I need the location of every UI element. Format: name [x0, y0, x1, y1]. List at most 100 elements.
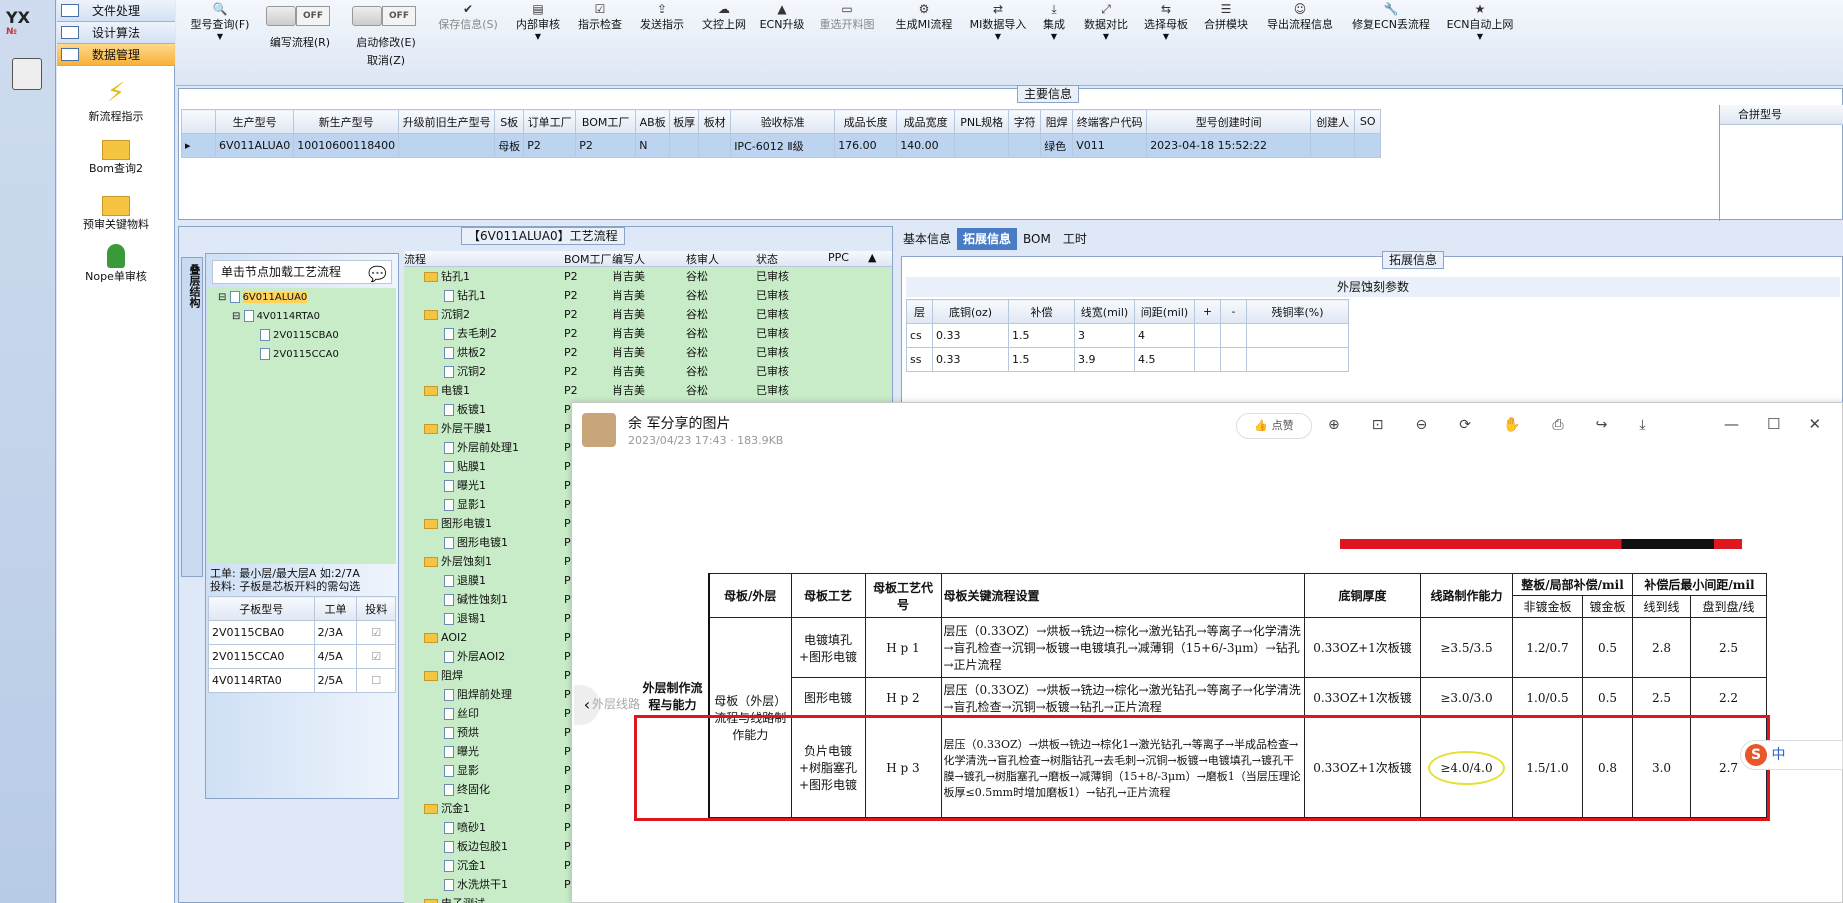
compare-button[interactable]: ⤢ 数据对比 ▼	[1078, 2, 1134, 41]
column-header[interactable]: SO	[1354, 109, 1382, 134]
column-header[interactable]: 补偿	[1008, 299, 1075, 324]
column-header[interactable]: 成品长度	[834, 109, 898, 134]
fix-ecn-button[interactable]: 🔧 修复ECN丢流程	[1346, 2, 1436, 32]
column-header[interactable]: 新生产型号	[293, 109, 400, 134]
column-header[interactable]: 间距(mil)	[1134, 299, 1195, 324]
cancel-button[interactable]: 取消(Z)	[344, 52, 428, 68]
zoom-in-icon[interactable]: ⊕	[1328, 417, 1340, 433]
select-mother-button[interactable]: ⇆ 选择母板 ▼	[1138, 2, 1194, 41]
tab-hours[interactable]: 工时	[1057, 228, 1093, 250]
cell[interactable]: ss	[906, 347, 933, 372]
column-header[interactable]: BOM工厂	[575, 109, 637, 134]
column-header[interactable]: AB板	[635, 109, 671, 134]
cell[interactable]: V011	[1072, 133, 1148, 158]
share-icon[interactable]: ↪	[1596, 417, 1608, 433]
close-icon[interactable]: ✕	[1808, 415, 1821, 433]
upload-doc-button[interactable]: ☁ 文控上网	[696, 2, 752, 32]
model-query-button[interactable]: 🔍 型号查询(F) ▼	[184, 2, 256, 41]
checkbox[interactable]: ☑	[356, 644, 396, 669]
table-row[interactable]: 2V0115CBA0 2/3A ☑	[208, 620, 396, 645]
table-row[interactable]: cs 0.33 1.5 3 4	[906, 323, 1349, 348]
column-header[interactable]: 残铜率(%)	[1246, 299, 1349, 324]
tree-node[interactable]: ⊟ 6V011ALUA0	[208, 288, 396, 307]
download-icon[interactable]: ⤓	[1639, 417, 1645, 433]
cell[interactable]: 1.5	[1008, 347, 1075, 372]
cell[interactable]	[1246, 323, 1349, 348]
cell[interactable]: P2	[523, 133, 577, 158]
tree-node[interactable]: 2V0115CBA0	[208, 326, 396, 345]
cell[interactable]	[698, 133, 732, 158]
cell[interactable]: 0.33	[932, 323, 1009, 348]
column-header[interactable]: 终端客户代码	[1072, 109, 1148, 134]
cell[interactable]: P2	[575, 133, 637, 158]
merge-module-button[interactable]: ☰ 合拼模块	[1198, 2, 1254, 32]
column-header[interactable]: 升级前旧生产型号	[398, 109, 496, 134]
nav-file-processing[interactable]: 文件处理	[57, 0, 175, 22]
ecn-upgrade-button[interactable]: ▲ ECN升级	[756, 2, 808, 32]
cell[interactable]: 3	[1074, 323, 1135, 348]
ime-indicator[interactable]: S 中	[1740, 740, 1843, 770]
maximize-icon[interactable]: ☐	[1767, 415, 1780, 433]
tree-node[interactable]: 2V0115CCA0	[208, 345, 396, 364]
column-header[interactable]: 字符	[1008, 109, 1042, 134]
cell[interactable]: 2023-04-18 15:52:22	[1146, 133, 1312, 158]
cell[interactable]	[1220, 323, 1247, 348]
cell[interactable]	[1008, 133, 1042, 158]
cell[interactable]: 140.00	[896, 133, 956, 158]
flow-row[interactable]: 电镀1 P2 肖吉美 谷松 已审核	[404, 381, 892, 400]
table-row[interactable]: ss 0.33 1.5 3.9 4.5	[906, 347, 1349, 372]
column-header[interactable]: 底铜(oz)	[932, 299, 1009, 324]
cell[interactable]	[954, 133, 1010, 158]
column-header[interactable]: 板厚	[669, 109, 700, 134]
cell[interactable]: 4	[1134, 323, 1195, 348]
generate-mi-button[interactable]: ⚙ 生成MI流程	[886, 2, 962, 32]
cell[interactable]	[1246, 347, 1349, 372]
print-icon[interactable]: ⎙	[1552, 417, 1563, 433]
shortcut-key-material[interactable]: 预审关键物料	[57, 196, 175, 232]
flow-row[interactable]: 沉铜2 P2 肖吉美 谷松 已审核	[404, 362, 892, 381]
collect-button[interactable]: ⤓ 集成 ▼	[1034, 2, 1074, 41]
checkbox[interactable]: ☑	[356, 620, 396, 645]
shortcut-new-flow[interactable]: ⚡ 新流程指示	[57, 78, 175, 124]
like-button[interactable]: 👍 点赞	[1236, 413, 1312, 439]
cell[interactable]: 母板	[494, 133, 525, 158]
internal-review-button[interactable]: ▤ 内部审核 ▼	[510, 2, 566, 41]
column-header[interactable]: 层	[906, 299, 933, 324]
column-header[interactable]: +	[1194, 299, 1221, 324]
nav-design-algorithm[interactable]: 设计算法	[57, 22, 175, 44]
cell[interactable]: cs	[906, 323, 933, 348]
cell[interactable]: 10010600118400	[293, 133, 400, 158]
export-info-button[interactable]: ☺ 导出流程信息	[1258, 2, 1342, 32]
cell[interactable]	[398, 133, 496, 158]
cell[interactable]	[1310, 133, 1356, 158]
tab-basic-info[interactable]: 基本信息	[897, 228, 957, 250]
tab-stack-structure[interactable]: 叠层结构	[181, 257, 203, 577]
cell[interactable]	[1194, 347, 1221, 372]
fit-icon[interactable]: ⊡	[1372, 417, 1384, 433]
tab-bom[interactable]: BOM	[1017, 228, 1057, 250]
cell[interactable]	[669, 133, 700, 158]
minimize-icon[interactable]: —	[1724, 415, 1739, 433]
cell[interactable]: 0.33	[932, 347, 1009, 372]
cell[interactable]: 绿色	[1040, 133, 1074, 158]
ecn-auto-button[interactable]: ★ ECN自动上网 ▼	[1440, 2, 1520, 41]
hand-icon[interactable]: ✋	[1503, 417, 1520, 433]
flow-row[interactable]: 钻孔1 P2 肖吉美 谷松 已审核	[404, 286, 892, 305]
cell[interactable]: N	[635, 133, 671, 158]
checkbox[interactable]: ☐	[356, 668, 396, 693]
reopen-drawing-button[interactable]: ▭ 重选开料图	[812, 2, 882, 32]
send-instructions-button[interactable]: ⇪ 发送指示	[634, 2, 690, 32]
flow-row[interactable]: 沉铜2 P2 肖吉美 谷松 已审核	[404, 305, 892, 324]
column-header[interactable]: PNL规格	[954, 109, 1010, 134]
zoom-out-icon[interactable]: ⊖	[1415, 417, 1427, 433]
flow-row[interactable]: 烘板2 P2 肖吉美 谷松 已审核	[404, 343, 892, 362]
column-header[interactable]: 型号创建时间	[1146, 109, 1312, 134]
tab-extended-info[interactable]: 拓展信息	[957, 228, 1018, 250]
nav-data-management[interactable]: 数据管理	[57, 44, 175, 66]
column-header[interactable]: 板材	[698, 109, 732, 134]
save-info-button[interactable]: ✔ 保存信息(S)	[430, 2, 506, 32]
mi-import-button[interactable]: ⇄ MI数据导入 ▼	[966, 2, 1030, 41]
cell[interactable]: 3.9	[1074, 347, 1135, 372]
scroll-up-icon[interactable]: ▲	[868, 251, 882, 266]
cell[interactable]: 6V011ALUA0	[214, 133, 295, 158]
